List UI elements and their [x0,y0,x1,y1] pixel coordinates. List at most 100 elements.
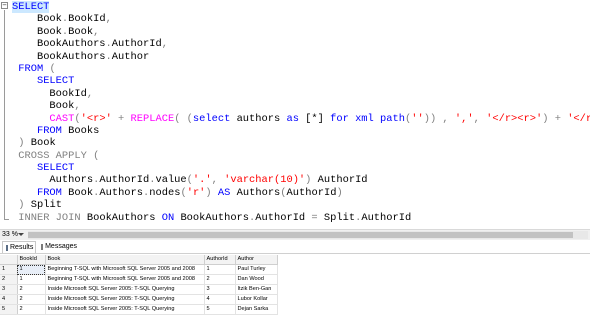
collapse-icon[interactable]: − [1,2,8,9]
code-line[interactable]: Book, [12,100,590,112]
grid-cell[interactable]: Beginning T-SQL with Microsoft SQL Serve… [45,274,205,285]
grid-cell[interactable]: 2 [204,274,236,285]
code-line[interactable]: BookAuthors.AuthorId, [12,38,590,50]
grid-cell[interactable]: 3 [204,284,236,295]
code-token: ( ( [174,112,193,125]
grid-cell[interactable]: 2 [17,284,46,295]
code-token: ',' [454,112,474,125]
grid-cell[interactable]: 4 [204,294,236,305]
code-token: , [161,38,168,51]
table-row[interactable]: 2 1 Beginning T-SQL with Microsoft SQL Ser… [0,274,278,285]
grid-cell[interactable]: Lubor Kollar [235,294,278,305]
grid-cell[interactable]: Beginning T-SQL with Microsoft SQL Serve… [45,264,205,275]
code-token: '' [411,112,424,125]
row-number[interactable]: 1 [0,264,18,275]
scrollbar-thumb[interactable] [28,232,573,238]
code-line[interactable]: CAST('<r>' + REPLACE( (select authors as… [12,113,590,125]
code-token: FROM [36,186,62,199]
grid-cell[interactable]: Inside Microsoft SQL Server 2005: T-SQL … [45,284,205,295]
column-header-authorid[interactable]: AuthorId [204,255,236,265]
code-token: REPLACE [130,112,175,125]
corner-cell[interactable] [0,255,18,265]
code-token: FROM [36,124,62,137]
tab-messages-label: Messages [45,243,77,250]
code-token: 'varchar(10)' [224,174,306,187]
grid-cell[interactable]: Inside Microsoft SQL Server 2005: T-SQL … [45,294,205,305]
tab-messages[interactable]: Messages [38,241,80,253]
zoom-level[interactable]: 33 % [2,230,18,240]
outline-line [4,10,5,220]
grid-cell[interactable]: Itzik Ben-Gan [235,284,278,295]
row-number[interactable]: 3 [0,284,18,295]
results-grid[interactable]: BookId Book AuthorId Author 1 1 Beginning … [0,255,590,325]
row-number[interactable]: 5 [0,304,18,315]
grid-cell[interactable]: Dan Wood [235,274,278,285]
code-line[interactable]: Book.Book, [12,26,590,38]
code-token: , [86,87,94,100]
grid-cell[interactable]: 1 [204,264,236,275]
column-header-author[interactable]: Author [235,255,278,265]
code-line[interactable]: SELECT [12,75,590,87]
grid-cell[interactable]: 1 [17,274,46,285]
code-token: AuthorId [99,174,150,187]
code-token: BookAuthors [180,211,250,224]
code-line[interactable]: FROM ( [12,63,590,75]
code-token: authors [230,112,287,125]
code-line[interactable]: SELECT [12,1,590,13]
code-line[interactable]: ) Book [12,137,590,149]
code-token: AuthorId [311,174,368,187]
grid-cell[interactable]: 5 [204,304,236,315]
code-token: AuthorId [286,186,337,199]
code-token: Split [30,199,62,212]
code-token: Books [68,124,100,137]
code-line[interactable]: CROSS APPLY ( [12,150,590,162]
table-row[interactable]: 1 1 Beginning T-SQL with Microsoft SQL Ser… [0,264,278,275]
column-header-book[interactable]: Book [45,255,205,265]
row-number[interactable]: 2 [0,274,18,285]
table-row[interactable]: 5 2 Inside Microsoft SQL Server 2005: T-SQ… [0,304,278,315]
horizontal-scrollbar[interactable] [28,231,588,239]
editor-gutter: − [0,0,9,229]
grid-cell[interactable]: 2 [17,294,46,305]
code-line[interactable]: BookAuthors.Author [12,51,590,63]
code-line[interactable]: Book.BookId, [12,13,590,25]
code-token: ) + [542,112,568,125]
table-row[interactable]: 3 2 Inside Microsoft SQL Server 2005: T-SQ… [0,284,278,295]
grid-cell[interactable]: Inside Microsoft SQL Server 2005: T-SQL … [45,304,205,315]
code-line[interactable]: Authors.AuthorId.value('.', 'varchar(10)… [12,174,590,186]
code-token: ON [161,211,175,224]
table-row[interactable]: 4 2 Inside Microsoft SQL Server 2005: T-SQ… [0,294,278,305]
code-token: ( [93,149,100,162]
code-line[interactable]: FROM Books [12,125,590,137]
code-line[interactable]: ) Split [12,199,590,211]
row-number[interactable]: 4 [0,294,18,305]
code-line[interactable]: SELECT [12,162,590,174]
code-line[interactable]: BookId, [12,88,590,100]
code-line[interactable]: FROM Book.Authors.nodes('r') AS Authors(… [12,187,590,199]
grid-cell[interactable]: Dejan Sarka [235,304,278,315]
code-token: Book [68,25,94,38]
grid-cell[interactable]: Paul Turley [235,264,278,275]
code-token: '.' [192,174,212,187]
code-line[interactable]: INNER JOIN BookAuthors ON BookAuthors.Au… [12,212,590,224]
code-token: '<r>' [80,112,112,125]
zoom-dropdown-icon[interactable] [18,233,24,236]
code-token: Book [36,25,62,38]
grid-cell[interactable]: 1 [17,264,46,275]
column-header-bookid[interactable]: BookId [17,255,46,265]
grid-cell[interactable]: 2 [17,304,46,315]
code-token: Author [111,50,150,63]
code-token: BookId [49,87,87,100]
code-token: ) [336,186,343,199]
query-editor[interactable]: − SELECT Book.BookId, Book.Book, BookAut… [0,0,590,229]
tab-results[interactable]: Results [2,241,36,253]
sql-code[interactable]: SELECT Book.BookId, Book.Book, BookAutho… [12,1,590,224]
